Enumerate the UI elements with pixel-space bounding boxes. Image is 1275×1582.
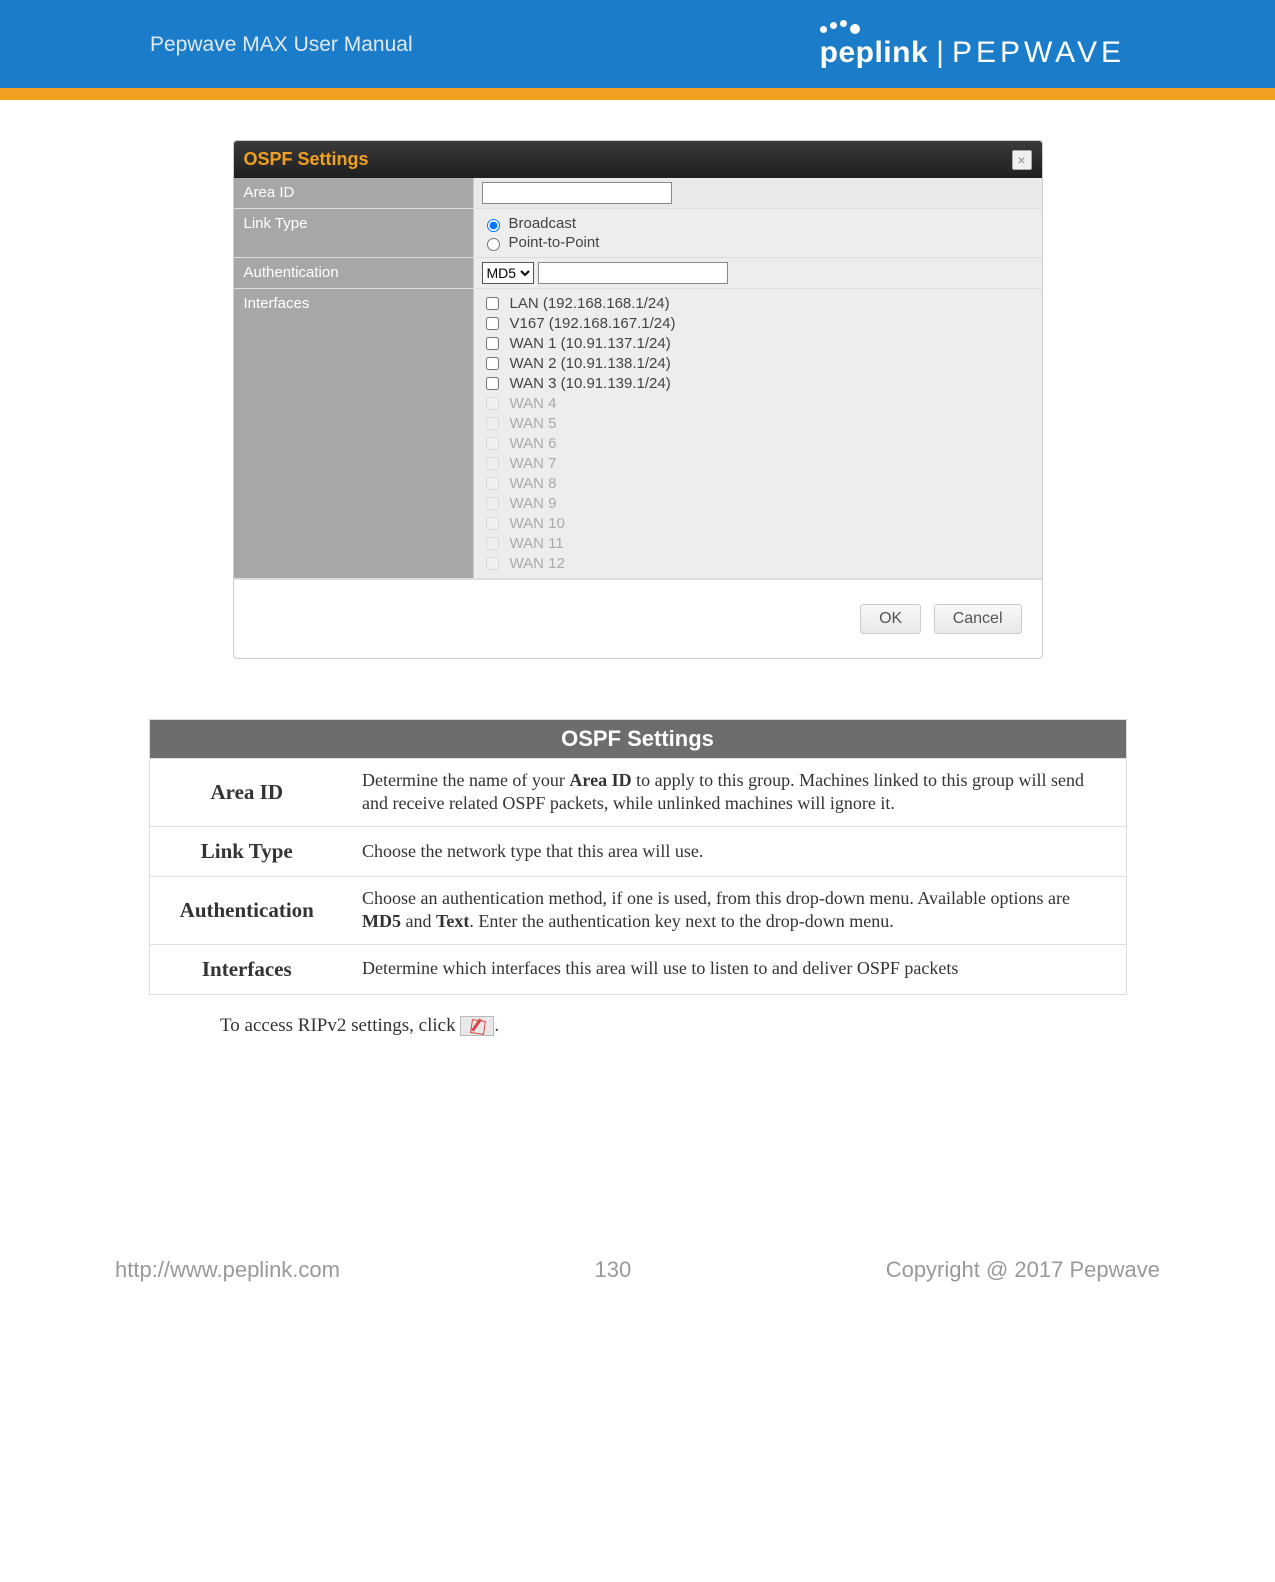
interface-checkbox[interactable] <box>486 317 499 330</box>
interface-item: WAN 3 (10.91.139.1/24) <box>482 374 1034 393</box>
interface-item: WAN 4 <box>482 394 1034 413</box>
radio-broadcast-label: Broadcast <box>509 215 577 232</box>
interface-item: WAN 9 <box>482 494 1034 513</box>
interface-label: WAN 1 (10.91.137.1/24) <box>510 335 671 352</box>
interface-label: WAN 11 <box>510 535 564 552</box>
desc-header: OSPF Settings <box>149 720 1126 759</box>
footer-copyright: Copyright @ 2017 Pepwave <box>886 1257 1160 1283</box>
interface-checkbox[interactable] <box>486 357 499 370</box>
interface-label: V167 (192.168.167.1/24) <box>510 315 676 332</box>
footer-page: 130 <box>594 1257 631 1283</box>
interface-item: WAN 11 <box>482 534 1034 553</box>
desc-row-label: Link Type <box>149 826 344 876</box>
interface-checkbox <box>486 477 499 490</box>
cancel-button[interactable]: Cancel <box>934 604 1022 634</box>
desc-row-text: Choose an authentication method, if one … <box>344 876 1126 944</box>
orange-divider <box>0 88 1275 100</box>
interface-checkbox <box>486 437 499 450</box>
brand-pepwave: PEPWAVE <box>952 36 1125 70</box>
interface-item: WAN 12 <box>482 554 1034 573</box>
close-icon[interactable]: × <box>1012 150 1032 170</box>
label-authentication: Authentication <box>234 258 474 288</box>
radio-p2p-label: Point-to-Point <box>509 234 600 251</box>
dialog-header: OSPF Settings × <box>234 141 1042 178</box>
edit-icon[interactable] <box>460 1016 494 1036</box>
desc-row-label: Authentication <box>149 876 344 944</box>
interface-checkbox <box>486 537 499 550</box>
brand-peplink: peplink <box>820 36 929 69</box>
interface-item: WAN 2 (10.91.138.1/24) <box>482 354 1034 373</box>
interface-item: LAN (192.168.168.1/24) <box>482 294 1034 313</box>
interface-label: LAN (192.168.168.1/24) <box>510 295 670 312</box>
interface-checkbox <box>486 517 499 530</box>
interface-item: WAN 1 (10.91.137.1/24) <box>482 334 1034 353</box>
doc-title: Pepwave MAX User Manual <box>150 33 413 57</box>
auth-select[interactable]: MD5 <box>482 262 534 284</box>
brand-separator: | <box>936 36 944 70</box>
interface-checkbox[interactable] <box>486 377 499 390</box>
ospf-description-table: OSPF Settings Area IDDetermine the name … <box>149 719 1127 995</box>
area-id-input[interactable] <box>482 182 672 204</box>
interface-checkbox[interactable] <box>486 297 499 310</box>
label-interfaces: Interfaces <box>234 289 474 578</box>
radio-p2p[interactable] <box>487 238 500 251</box>
interface-checkbox <box>486 397 499 410</box>
desc-row-label: Interfaces <box>149 944 344 994</box>
interface-item: WAN 8 <box>482 474 1034 493</box>
dialog-title: OSPF Settings <box>244 149 369 170</box>
ripv2-note: To access RIPv2 settings, click . <box>220 1015 1165 1037</box>
interface-checkbox <box>486 457 499 470</box>
interface-item: WAN 6 <box>482 434 1034 453</box>
interface-label: WAN 10 <box>510 515 565 532</box>
label-area-id: Area ID <box>234 178 474 208</box>
label-link-type: Link Type <box>234 209 474 257</box>
interface-checkbox[interactable] <box>486 337 499 350</box>
interface-checkbox <box>486 557 499 570</box>
brand-dots-icon <box>820 20 860 34</box>
interface-label: WAN 4 <box>510 395 557 412</box>
desc-row-text: Choose the network type that this area w… <box>344 826 1126 876</box>
interface-label: WAN 5 <box>510 415 557 432</box>
interface-item: V167 (192.168.167.1/24) <box>482 314 1034 333</box>
page-footer: http://www.peplink.com 130 Copyright @ 2… <box>115 1257 1160 1283</box>
interface-item: WAN 7 <box>482 454 1034 473</box>
interface-label: WAN 3 (10.91.139.1/24) <box>510 375 671 392</box>
desc-row-text: Determine the name of your Area ID to ap… <box>344 759 1126 827</box>
brand-block: peplink | PEPWAVE <box>820 20 1125 70</box>
ospf-settings-dialog: OSPF Settings × Area ID Link Type Broadc… <box>233 140 1043 659</box>
interface-checkbox <box>486 417 499 430</box>
interface-label: WAN 8 <box>510 475 557 492</box>
interface-label: WAN 12 <box>510 555 565 572</box>
auth-key-input[interactable] <box>538 262 728 284</box>
interface-checkbox <box>486 497 499 510</box>
interface-label: WAN 6 <box>510 435 557 452</box>
interface-label: WAN 9 <box>510 495 557 512</box>
ok-button[interactable]: OK <box>860 604 921 634</box>
doc-header: Pepwave MAX User Manual peplink | PEPWAV… <box>0 0 1275 88</box>
interface-label: WAN 7 <box>510 455 557 472</box>
interface-item: WAN 5 <box>482 414 1034 433</box>
interface-label: WAN 2 (10.91.138.1/24) <box>510 355 671 372</box>
desc-row-text: Determine which interfaces this area wil… <box>344 944 1126 994</box>
interface-item: WAN 10 <box>482 514 1034 533</box>
footer-url: http://www.peplink.com <box>115 1257 340 1283</box>
radio-broadcast[interactable] <box>487 219 500 232</box>
desc-row-label: Area ID <box>149 759 344 827</box>
